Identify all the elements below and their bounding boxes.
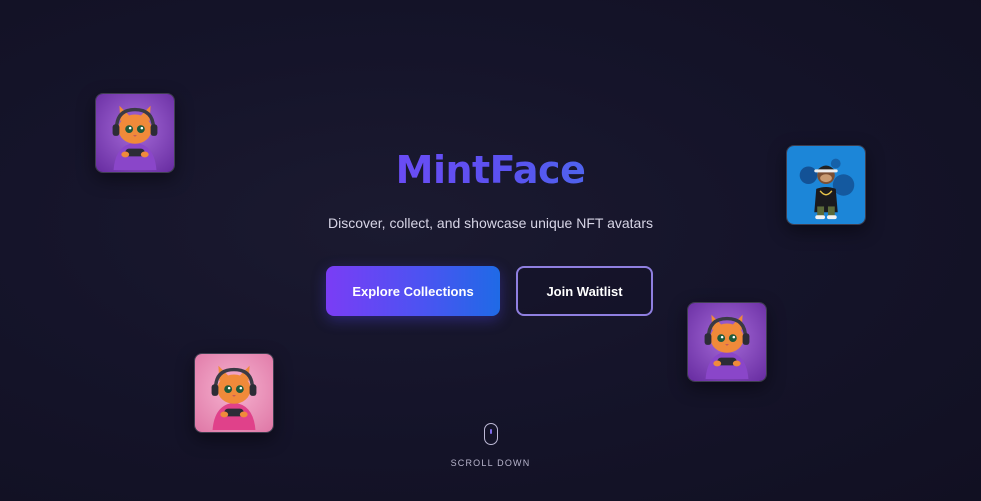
- mouse-scroll-icon: [483, 423, 498, 445]
- scroll-down-indicator[interactable]: SCROLL DOWN: [0, 423, 981, 468]
- join-waitlist-button[interactable]: Join Waitlist: [516, 266, 653, 316]
- explore-collections-button[interactable]: Explore Collections: [326, 266, 500, 316]
- avatar-card-cat-purple-right[interactable]: [687, 302, 767, 382]
- hero-title: MintFace: [0, 146, 981, 194]
- hero-title-text: MintFace: [395, 148, 586, 192]
- avatar-card-cat-pink[interactable]: [194, 353, 274, 433]
- mouse-wheel: [489, 429, 492, 434]
- cat-gamer-avatar-icon: [688, 303, 766, 381]
- hero-subtitle: Discover, collect, and showcase unique N…: [327, 215, 653, 231]
- cat-gamer-pink-avatar-icon: [195, 354, 273, 432]
- scroll-down-label: SCROLL DOWN: [450, 458, 531, 468]
